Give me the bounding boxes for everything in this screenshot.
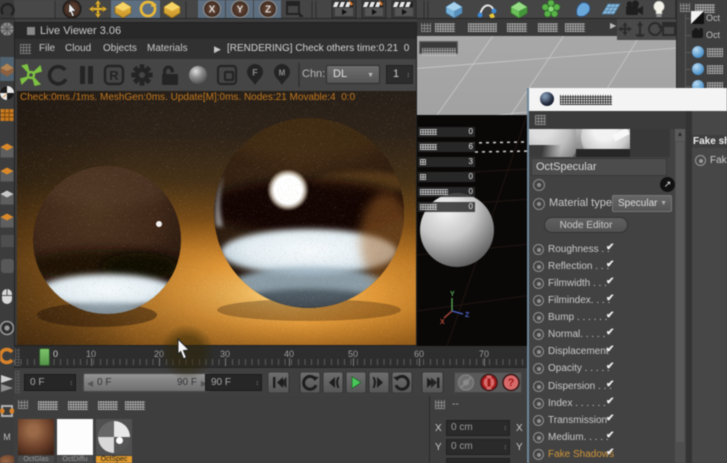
svg-text:M: M (3, 432, 11, 442)
svg-text:R: R (109, 68, 119, 83)
svg-text:Z: Z (465, 312, 470, 319)
svg-text:F: F (252, 68, 258, 78)
svg-text:Y: Y (450, 291, 455, 298)
svg-text:M: M (279, 69, 286, 78)
svg-text:Z: Z (265, 5, 271, 16)
svg-text:X: X (209, 5, 216, 16)
svg-text:X: X (440, 319, 445, 326)
svg-text:?: ? (508, 377, 515, 389)
svg-text:Y: Y (237, 5, 244, 16)
